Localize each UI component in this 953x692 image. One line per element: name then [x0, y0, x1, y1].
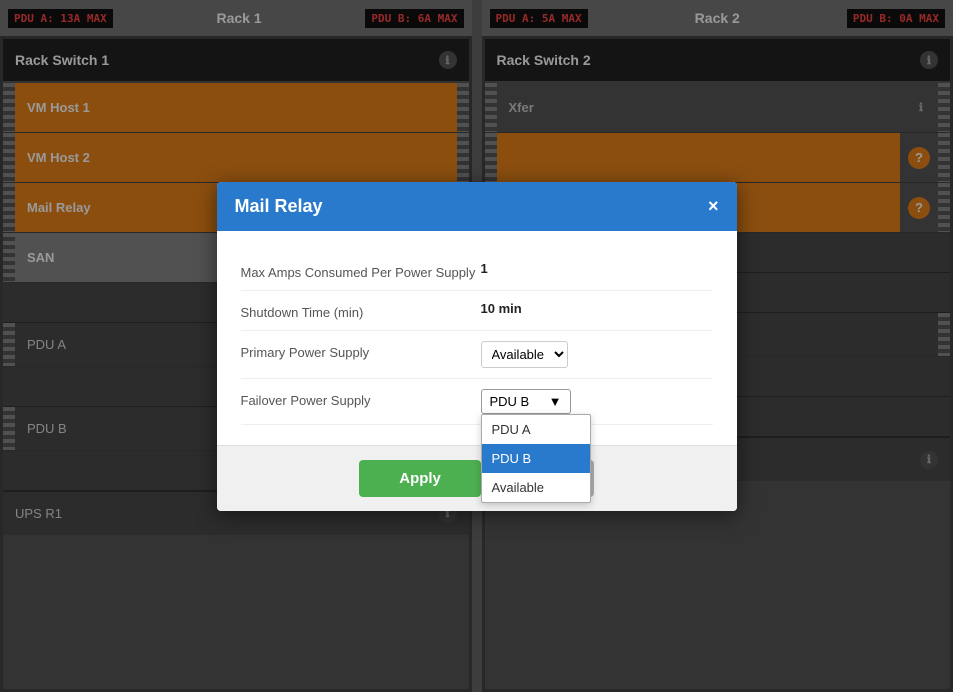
- shutdown-time-value: 10 min: [481, 301, 522, 316]
- form-row-failover-psu: Failover Power Supply PDU B ▼ PDU A PDU …: [241, 379, 713, 425]
- failover-psu-option-available[interactable]: Available: [482, 473, 590, 502]
- failover-psu-select-display[interactable]: PDU B ▼: [481, 389, 571, 414]
- modal-body: Max Amps Consumed Per Power Supply 1 Shu…: [217, 231, 737, 445]
- racks-wrapper: PDU A: 13A MAX Rack 1 PDU B: 6A MAX Rack…: [0, 0, 953, 692]
- max-amps-label: Max Amps Consumed Per Power Supply: [241, 261, 481, 280]
- primary-psu-label: Primary Power Supply: [241, 341, 481, 360]
- failover-psu-option-pdua[interactable]: PDU A: [482, 415, 590, 444]
- failover-psu-current-value: PDU B: [490, 394, 530, 409]
- failover-psu-label: Failover Power Supply: [241, 389, 481, 408]
- form-row-primary-psu: Primary Power Supply Available PDU A PDU…: [241, 331, 713, 379]
- modal-dialog: Mail Relay × Max Amps Consumed Per Power…: [217, 182, 737, 511]
- modal-title: Mail Relay: [235, 196, 323, 217]
- failover-psu-option-pdub[interactable]: PDU B: [482, 444, 590, 473]
- form-row-shutdown-time: Shutdown Time (min) 10 min: [241, 291, 713, 331]
- shutdown-time-label: Shutdown Time (min): [241, 301, 481, 320]
- primary-psu-select[interactable]: Available PDU A PDU B: [481, 341, 568, 368]
- failover-psu-dropdown-container: PDU B ▼ PDU A PDU B Available: [481, 389, 571, 414]
- failover-psu-chevron: ▼: [549, 394, 562, 409]
- form-row-max-amps: Max Amps Consumed Per Power Supply 1: [241, 251, 713, 291]
- max-amps-value: 1: [481, 261, 488, 276]
- modal-header: Mail Relay ×: [217, 182, 737, 231]
- modal-overlay: Mail Relay × Max Amps Consumed Per Power…: [0, 0, 953, 692]
- modal-close-button[interactable]: ×: [708, 197, 719, 215]
- failover-psu-dropdown-options: PDU A PDU B Available: [481, 414, 591, 503]
- modal-footer: Apply Reset: [217, 445, 737, 511]
- apply-button[interactable]: Apply: [359, 460, 481, 497]
- primary-psu-select-wrapper[interactable]: Available PDU A PDU B: [481, 341, 568, 368]
